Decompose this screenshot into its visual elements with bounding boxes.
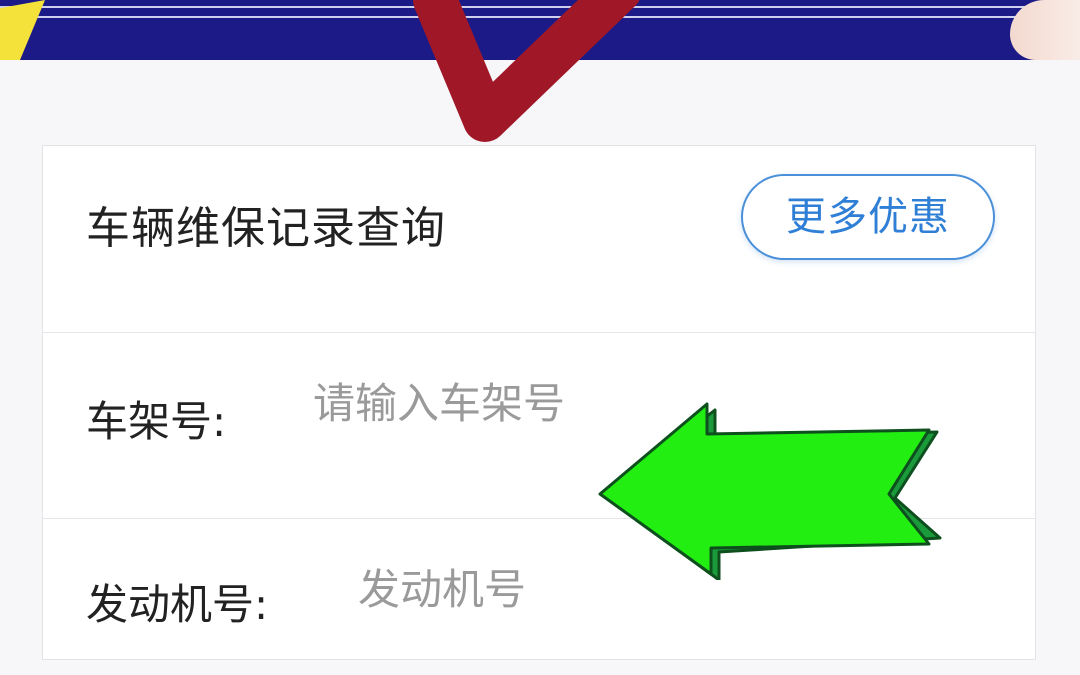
card-header-row: 车辆维保记录查询 更多优惠 [43, 146, 1035, 333]
banner-stripe [0, 16, 1080, 18]
card-title: 车辆维保记录查询 [86, 203, 446, 254]
more-offers-button[interactable]: 更多优惠 [741, 174, 995, 260]
vin-label: 车架号: [86, 397, 227, 446]
star-decoration-icon [0, 0, 45, 60]
maintenance-query-card: 车辆维保记录查询 更多优惠 车架号: 发动机号: [42, 145, 1036, 660]
vin-input[interactable] [313, 373, 733, 433]
banner-stripe [0, 6, 1080, 8]
promo-banner[interactable] [0, 0, 1080, 60]
engine-row: 发动机号: [43, 519, 1035, 661]
banner-person-image [1010, 0, 1080, 60]
engine-number-input[interactable] [358, 559, 738, 619]
engine-number-label: 发动机号: [86, 580, 269, 629]
vin-row: 车架号: [43, 333, 1035, 519]
